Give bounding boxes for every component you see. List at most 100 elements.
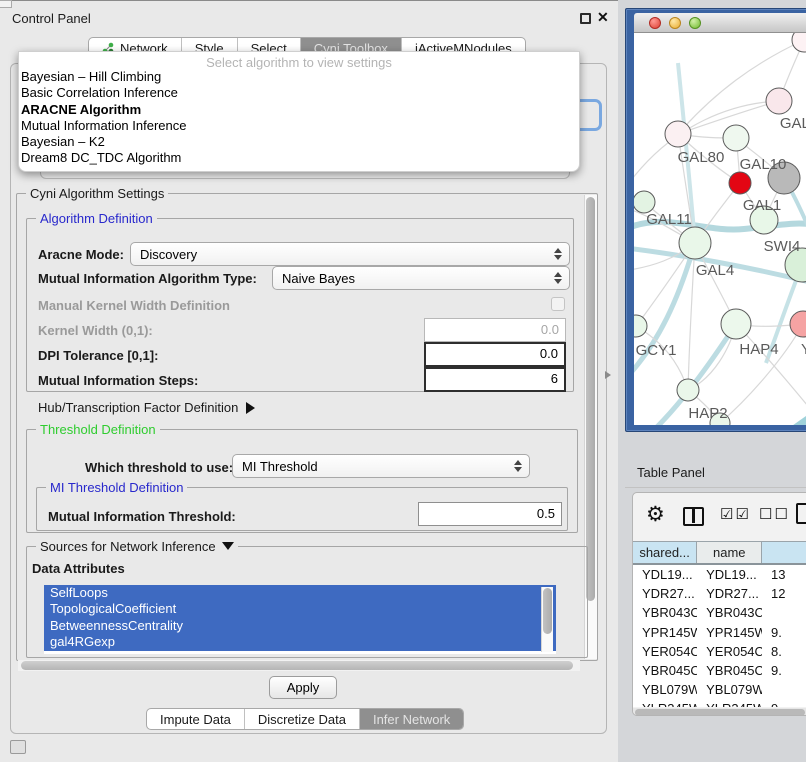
dropdown-option[interactable]: Dream8 DC_TDC Algorithm [19,150,579,166]
network-node[interactable] [729,172,751,194]
column-header[interactable]: name [697,542,762,563]
dropdown-placeholder: Select algorithm to view settings [19,52,579,69]
network-node[interactable] [679,227,711,259]
network-view-window[interactable]: GAL8GAL80GAL10GAL1GAL11SWI4GAL4GCY1HAP4Y… [625,8,806,432]
panel-notch [0,0,12,8]
network-node[interactable] [792,33,806,52]
hub-definition-toggle[interactable]: Hub/Transcription Factor Definition [38,400,255,415]
table-cell: YBR045C [633,661,697,680]
columns-icon[interactable] [683,507,704,526]
mi-type-combo[interactable]: Naive Bayes [272,266,570,290]
kernel-width-field: 0.0 [424,318,566,342]
dpi-tolerance-field[interactable]: 0.0 [424,342,566,367]
attribute-list-item[interactable]: TopologicalCoefficient [44,601,556,617]
table-cell: 12 [762,584,806,603]
zoom-traffic-light-icon[interactable] [689,17,701,29]
sources-title: Sources for Network Inference [36,539,238,554]
mi-steps-label: Mutual Information Steps: [38,373,198,388]
node-table: shared...name YDL19...YDL19...13YDR27...… [633,541,806,707]
dropdown-option[interactable]: Bayesian – K2 [19,134,579,150]
table-row[interactable]: YBR043CYBR043C [633,603,806,622]
column-header[interactable]: shared... [633,542,697,563]
mi-type-value: Naive Bayes [273,271,549,286]
close-traffic-light-icon[interactable] [649,17,661,29]
table-toolbar: ⚙ ☑☑ ☐☐ [633,493,806,541]
table-cell: YPR145W [697,623,762,642]
float-window-icon[interactable] [580,13,591,24]
network-node[interactable] [790,311,806,337]
threshold-definition-title: Threshold Definition [36,422,160,437]
table-cell: 8. [762,642,806,661]
table-cell: YLR345W [697,699,762,707]
network-node[interactable] [634,191,655,213]
table-cell: 13 [762,565,806,584]
table-row[interactable]: YDR27...YDR27...12 [633,584,806,603]
settings-hscrollbar[interactable] [18,660,580,671]
table-header-row: shared...name [633,541,806,565]
table-panel: ⚙ ☑☑ ☐☐ shared...name YDL19...YDL19...13… [632,492,806,716]
combo-arrows-icon [549,272,567,284]
network-node[interactable] [634,315,647,337]
apply-button[interactable]: Apply [269,676,337,699]
kernel-width-label: Kernel Width (0,1): [38,323,153,338]
table-row[interactable]: YLR345WYLR345W9. [633,699,806,707]
table-cell [762,603,806,622]
data-attributes-list[interactable]: SelfLoopsTopologicalCoefficientBetweenne… [44,585,556,654]
table-cell: YDL19... [697,565,762,584]
node-label: SWI4 [764,238,801,255]
which-threshold-combo[interactable]: MI Threshold [232,454,530,478]
network-node[interactable] [665,121,691,147]
table-cell: YDL19... [633,565,697,584]
dropdown-option[interactable]: Basic Correlation Inference [19,85,579,101]
network-window-titlebar[interactable] [634,13,806,33]
attribute-list-item[interactable]: gal4RGexp [44,634,556,650]
table-cell: YLR345W [633,699,697,707]
mi-threshold-field[interactable]: 0.5 [418,502,562,526]
aracne-mode-combo[interactable]: Discovery [130,242,570,266]
network-node[interactable] [723,125,749,151]
bottom-tab-discretize-data[interactable]: Discretize Data [245,709,360,729]
gear-icon[interactable]: ⚙ [646,502,665,527]
node-label: Y [801,341,806,358]
dock-window-icon[interactable] [10,740,26,754]
table-row[interactable]: YBR045CYBR045C9. [633,661,806,680]
table-row[interactable]: YPR145WYPR145W9. [633,623,806,642]
table-cell: YBL079W [697,680,762,699]
column-header[interactable] [762,542,806,563]
node-label: HAP2 [688,405,727,422]
checked-pair-icon[interactable]: ☑☑ [720,505,751,523]
node-label: GAL11 [646,211,692,228]
which-threshold-label: Which threshold to use: [85,460,233,475]
table-hscrollbar[interactable] [633,708,806,716]
split-pane-handle-icon[interactable] [605,371,611,379]
table-row[interactable]: YDL19...YDL19...13 [633,565,806,584]
table-cell: YPR145W [633,623,697,642]
bottom-tab-impute-data[interactable]: Impute Data [147,709,245,729]
unchecked-pair-icon[interactable]: ☐☐ [759,505,790,523]
mi-threshold-label: Mutual Information Threshold: [48,509,236,524]
minimize-traffic-light-icon[interactable] [669,17,681,29]
dropdown-option[interactable]: Mutual Information Inference [19,118,579,134]
file-icon[interactable] [796,503,806,524]
table-row[interactable]: YBL079WYBL079W [633,680,806,699]
dropdown-option[interactable]: Bayesian – Hill Climbing [19,69,579,85]
network-node[interactable] [677,379,699,401]
expanded-arrow-icon [222,542,234,550]
bottom-tab-infer-network[interactable]: Infer Network [360,709,463,729]
attribute-list-item[interactable]: SelfLoops [44,585,556,601]
attribute-list-item[interactable]: BetweennessCentrality [44,618,556,634]
table-cell: 9. [762,661,806,680]
table-cell [762,680,806,699]
dpi-tolerance-label: DPI Tolerance [0,1]: [38,348,158,363]
network-node[interactable] [721,309,751,339]
network-canvas[interactable]: GAL8GAL80GAL10GAL1GAL11SWI4GAL4GCY1HAP4Y… [634,33,806,425]
close-icon[interactable]: ✕ [597,9,609,26]
network-node[interactable] [766,88,792,114]
mi-steps-field[interactable]: 6 [424,367,566,392]
control-panel: Control Panel ✕ NetworkStyleSelectCyni T… [0,0,618,762]
dropdown-option[interactable]: ARACNE Algorithm [19,102,579,118]
application-window: Control Panel ✕ NetworkStyleSelectCyni T… [0,0,806,762]
attributes-list-scrollbar[interactable] [541,587,553,652]
table-row[interactable]: YER054CYER054C8. [633,642,806,661]
manual-kernel-checkbox[interactable] [551,297,565,311]
